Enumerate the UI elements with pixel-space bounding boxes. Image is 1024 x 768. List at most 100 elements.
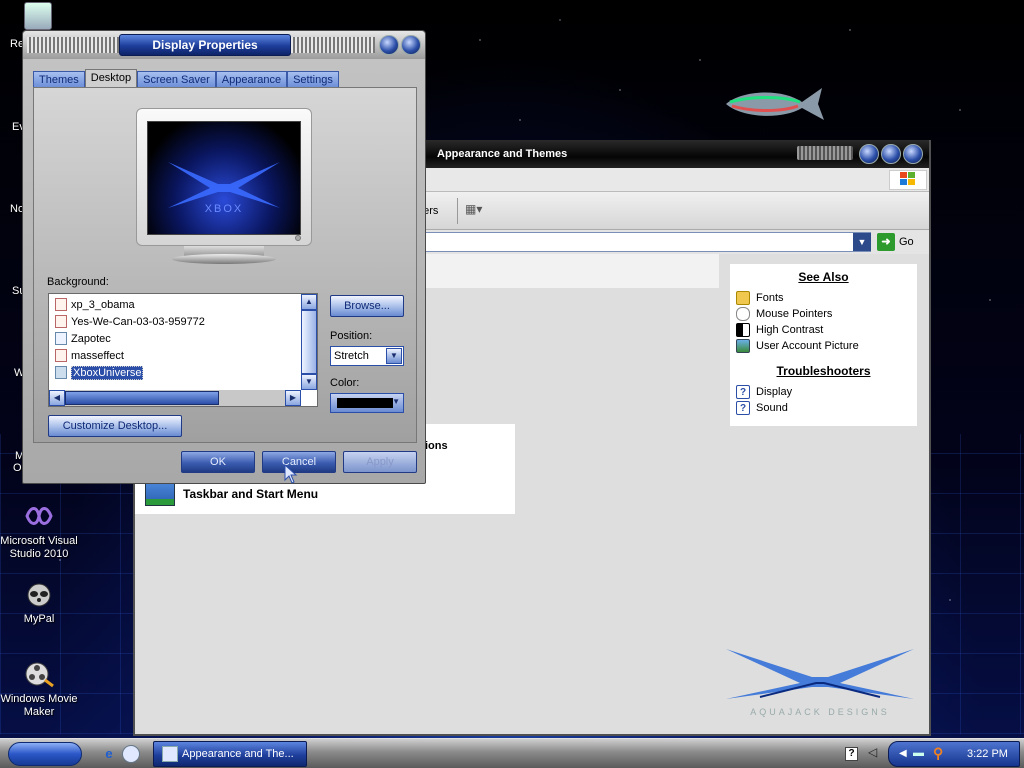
visual-studio-icon	[23, 500, 55, 532]
mouse-cursor-icon	[284, 464, 298, 484]
list-item[interactable]: Yes-We-Can-03-03-959772	[55, 313, 205, 330]
scroll-down-icon[interactable]: ▼	[301, 374, 317, 390]
tab-appearance[interactable]: Appearance	[215, 71, 288, 87]
see-also-high-contrast[interactable]: High Contrast	[736, 322, 911, 338]
desktop-tab-panel: XBOX Background: xp_3_obama Yes-We-Can-0…	[33, 87, 417, 443]
help-icon: ?	[736, 401, 750, 415]
search-icon[interactable]: ⚲	[933, 745, 943, 762]
fish-wallpaper-graphic	[726, 88, 824, 120]
control-panel-icon	[162, 746, 178, 762]
image-file-icon	[55, 366, 67, 379]
brand-text: AQUAJACK DESIGNS	[750, 707, 890, 717]
display-properties-dialog[interactable]: Display Properties Themes Desktop Screen…	[22, 30, 426, 484]
contrast-icon	[736, 323, 750, 337]
desktop-icon-label-partial: O	[13, 462, 22, 474]
apply-button[interactable]: Apply	[343, 451, 417, 473]
windows-explorer-icon[interactable]	[122, 745, 140, 763]
scroll-thumb[interactable]	[65, 391, 219, 405]
help-icon[interactable]: ?	[845, 747, 858, 761]
chevron-down-icon[interactable]: ▼	[386, 348, 402, 364]
monitor-preview: XBOX	[136, 108, 312, 246]
windows-logo-icon	[889, 170, 927, 190]
system-tray: ◀ ▬ ⚲ 3:22 PM	[888, 741, 1020, 767]
see-also-label: Fonts	[756, 292, 784, 304]
clock[interactable]: 3:22 PM	[967, 748, 1008, 760]
tab-themes[interactable]: Themes	[33, 71, 85, 87]
scroll-thumb[interactable]	[301, 310, 317, 374]
toolbar-separator	[457, 198, 458, 224]
start-button[interactable]	[8, 742, 82, 766]
power-led	[295, 235, 301, 241]
scroll-left-icon[interactable]: ◀	[49, 390, 65, 406]
maximize-button[interactable]	[881, 144, 901, 164]
window-title: Appearance and Themes	[437, 148, 568, 160]
see-also-mouse-pointers[interactable]: Mouse Pointers	[736, 306, 911, 322]
speaker-icon[interactable]: ◁	[868, 745, 877, 759]
see-also-label: Mouse Pointers	[756, 308, 833, 320]
desktop-icon-label: Microsoft Visual Studio 2010	[0, 535, 78, 560]
chevron-down-icon[interactable]: ▼	[853, 233, 871, 251]
desktop-icon-mypal[interactable]: MyPal	[0, 578, 79, 626]
desktop-icon-movie-maker[interactable]: Windows Movie Maker	[0, 658, 79, 719]
see-also-panel: See Also Fonts Mouse Pointers High Contr…	[730, 264, 917, 426]
close-button[interactable]	[401, 35, 421, 55]
tab-screen-saver[interactable]: Screen Saver	[137, 71, 216, 87]
minimize-button[interactable]	[859, 144, 879, 164]
title-grill-decoration	[27, 37, 119, 53]
recycle-bin-icon[interactable]	[24, 2, 52, 30]
image-file-icon	[55, 315, 67, 328]
arrow-right-icon: ➜	[877, 233, 895, 251]
horizontal-scrollbar[interactable]: ◀ ▶	[49, 390, 301, 406]
tab-desktop[interactable]: Desktop	[84, 69, 138, 87]
troubleshooter-sound[interactable]: ? Sound	[736, 400, 911, 416]
scroll-right-icon[interactable]: ▶	[285, 390, 301, 406]
background-label: Background:	[47, 276, 109, 288]
tray-chevron-icon[interactable]: ◀	[899, 748, 907, 759]
vertical-scrollbar[interactable]: ▲ ▼	[301, 294, 317, 390]
background-listbox[interactable]: xp_3_obama Yes-We-Can-03-03-959772 Zapot…	[48, 293, 318, 407]
monitor-base	[172, 254, 276, 264]
task-link-partial[interactable]: ions	[425, 440, 448, 452]
views-grid-icon[interactable]: ▦▾	[465, 202, 495, 220]
position-value: Stretch	[334, 350, 369, 362]
dialog-title: Display Properties	[119, 34, 291, 56]
dialog-title-bar[interactable]: Display Properties	[23, 31, 425, 59]
list-item[interactable]: Zapotec	[55, 330, 111, 347]
header-strip	[425, 254, 719, 288]
browse-button[interactable]: Browse...	[330, 295, 404, 317]
close-button[interactable]	[903, 144, 923, 164]
troubleshooters-heading: Troubleshooters	[776, 364, 871, 378]
color-label: Color:	[330, 377, 360, 389]
image-file-icon	[55, 298, 67, 311]
see-also-fonts[interactable]: Fonts	[736, 290, 911, 306]
color-swatch	[337, 398, 393, 408]
taskbar: e Appearance and The... ? ◁ ◀ ▬ ⚲ 3:22 P…	[0, 738, 1024, 768]
taskbar-task-appearance[interactable]: Appearance and The...	[153, 741, 307, 767]
film-reel-icon	[23, 658, 55, 690]
ok-button[interactable]: OK	[181, 451, 255, 473]
help-button[interactable]	[379, 35, 399, 55]
desktop-icon-visual-studio[interactable]: Microsoft Visual Studio 2010	[0, 500, 79, 561]
position-select[interactable]: Stretch ▼	[330, 346, 404, 366]
see-also-user-account-picture[interactable]: User Account Picture	[736, 338, 911, 354]
tab-settings[interactable]: Settings	[287, 71, 339, 87]
troubleshooter-display[interactable]: ? Display	[736, 384, 911, 400]
taskbar-start-menu-link[interactable]: Taskbar and Start Menu	[145, 482, 318, 506]
title-grill-decoration	[291, 37, 375, 53]
position-label: Position:	[330, 330, 373, 342]
image-file-icon	[55, 332, 67, 345]
network-icon[interactable]: ▬	[913, 747, 924, 759]
internet-explorer-icon[interactable]: e	[100, 745, 118, 763]
taskbar-icon	[145, 482, 175, 506]
scroll-up-icon[interactable]: ▲	[301, 294, 317, 310]
troubleshooter-label: Sound	[756, 402, 788, 414]
cancel-button[interactable]: Cancel	[262, 451, 336, 473]
list-item-selected[interactable]: XboxUniverse	[55, 364, 144, 381]
list-item[interactable]: xp_3_obama	[55, 296, 135, 313]
help-icon: ?	[736, 385, 750, 399]
color-picker-button[interactable]: ▼	[330, 393, 404, 413]
task-label: Appearance and The...	[182, 748, 294, 760]
go-button[interactable]: ➜ Go	[877, 233, 914, 251]
customize-desktop-button[interactable]: Customize Desktop...	[48, 415, 182, 437]
list-item[interactable]: masseffect	[55, 347, 124, 364]
